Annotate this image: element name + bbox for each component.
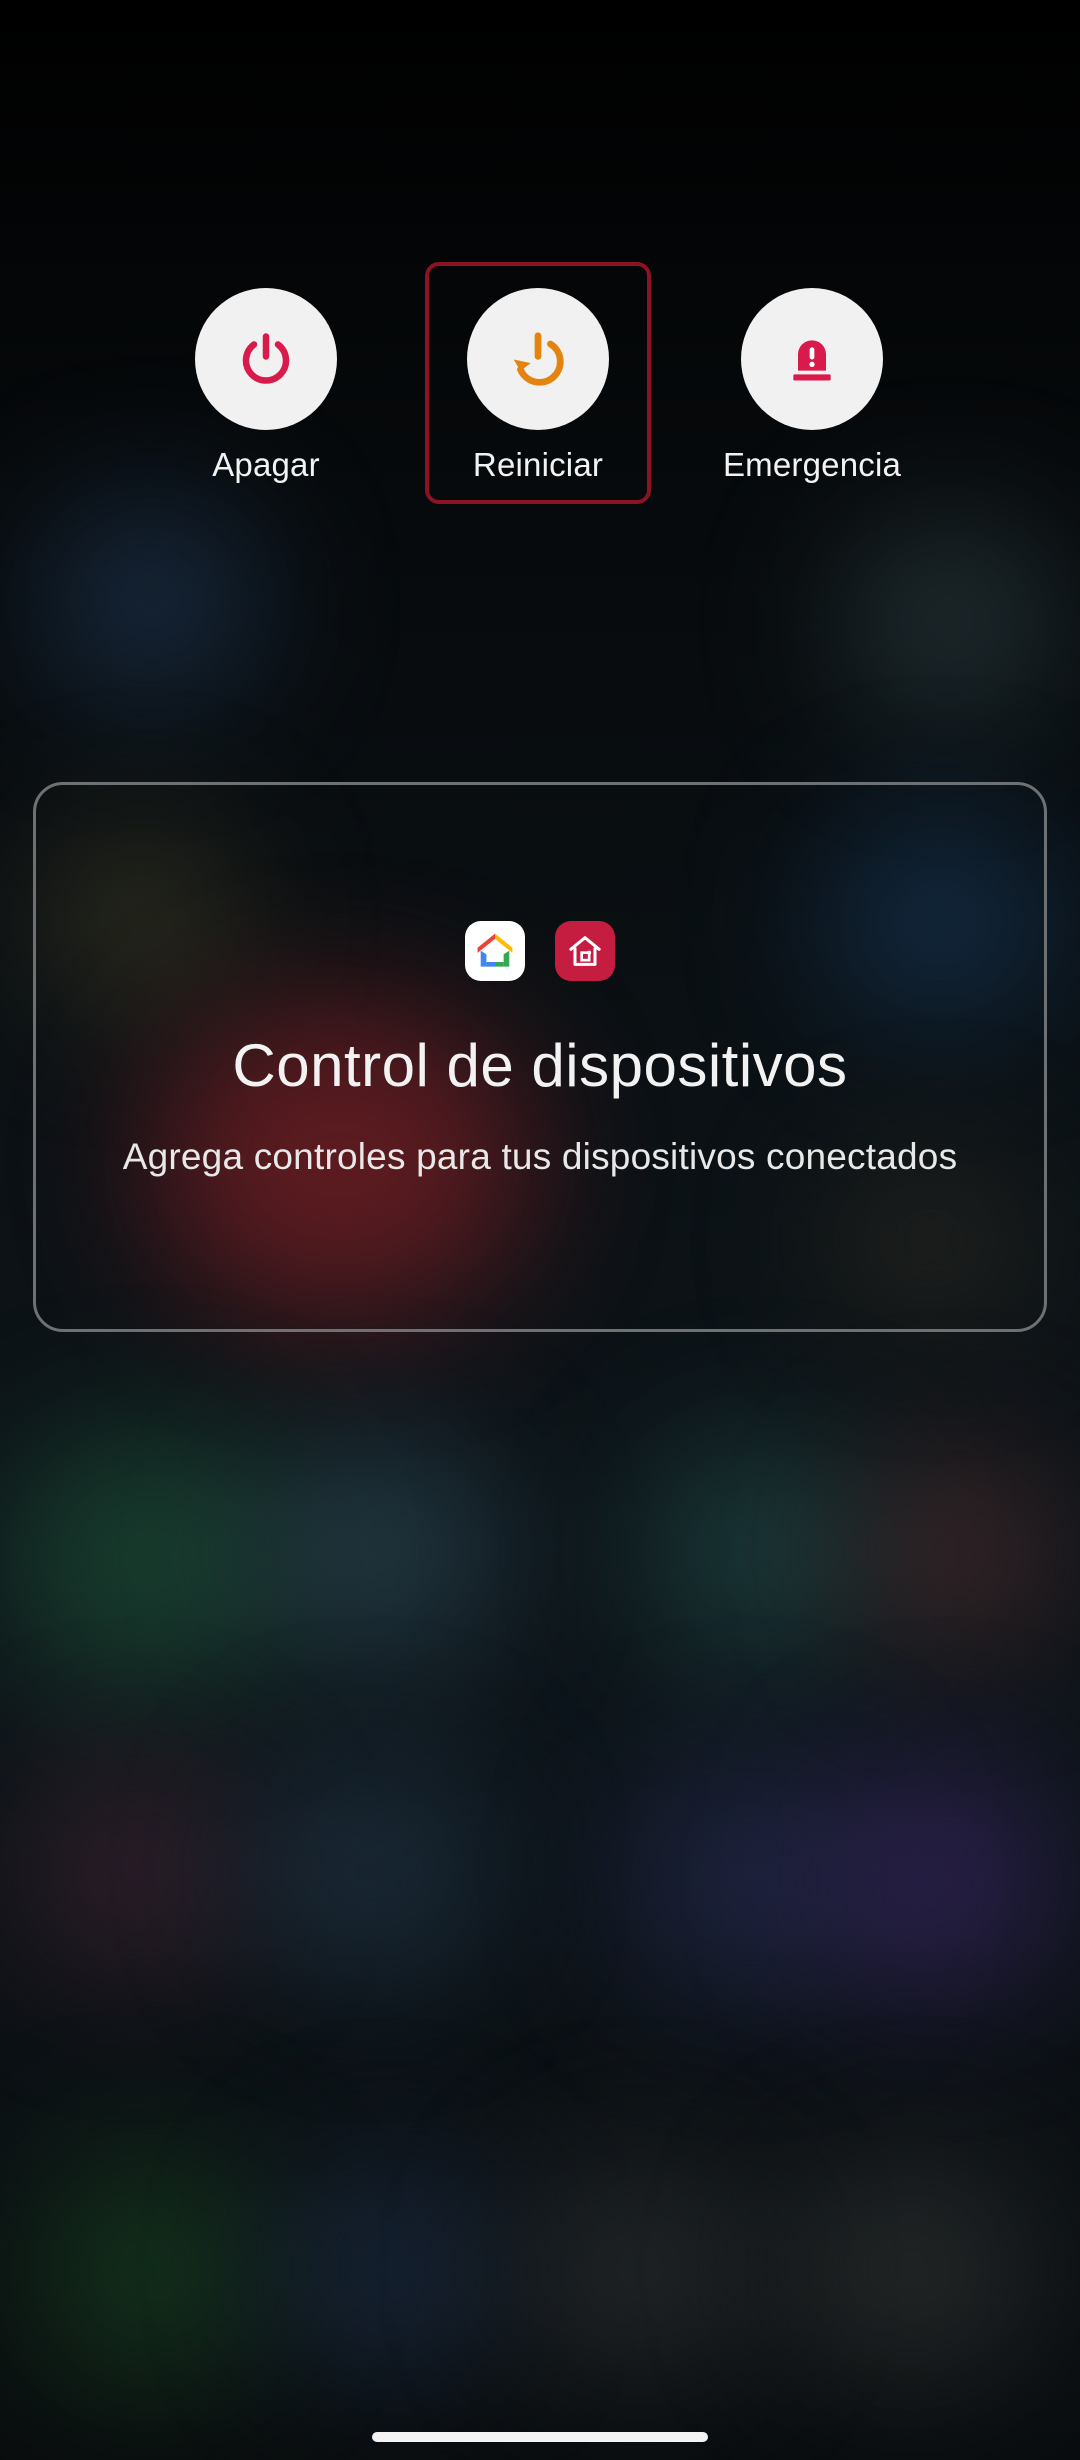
restart-icon <box>513 332 564 386</box>
power-off-circle[interactable] <box>195 288 337 430</box>
wallpaper-blur <box>260 1440 500 1660</box>
navigation-gesture-handle[interactable] <box>372 2432 708 2442</box>
wallpaper-blur <box>0 1430 300 1690</box>
restart-label: Reiniciar <box>472 446 604 483</box>
wallpaper-blur <box>280 2160 500 2380</box>
wallpaper-blur <box>250 1760 490 1980</box>
power-off-button[interactable]: Apagar <box>153 262 379 504</box>
wallpaper-blur <box>820 1760 1060 2000</box>
wallpaper-blur <box>20 1760 250 1980</box>
emergency-siren-icon <box>793 340 831 381</box>
smart-home-house-icon <box>569 936 601 966</box>
wallpaper-blur <box>520 2160 760 2380</box>
wallpaper-blur <box>840 520 1060 720</box>
google-home-icon[interactable] <box>465 921 525 981</box>
emergency-button[interactable]: Emergencia <box>699 262 925 504</box>
wallpaper-blur <box>640 1440 880 1660</box>
smartthings-icon[interactable] <box>555 921 615 981</box>
device-controls-title: Control de dispositivos <box>232 1032 848 1099</box>
emergency-circle[interactable] <box>741 288 883 430</box>
restart-button[interactable]: Reiniciar <box>425 262 651 504</box>
power-off-label: Apagar <box>212 446 320 483</box>
device-controls-card[interactable]: Control de dispositivos Agrega controles… <box>33 782 1047 1332</box>
wallpaper-blur <box>780 2160 1040 2380</box>
wallpaper-blur <box>30 2150 270 2390</box>
restart-circle[interactable] <box>467 288 609 430</box>
device-controls-subtitle: Agrega controles para tus dispositivos c… <box>122 1136 958 1177</box>
wallpaper-blur <box>860 1450 1060 1650</box>
device-app-icons <box>465 921 615 981</box>
emergency-label: Emergencia <box>722 446 902 483</box>
google-home-logo-icon <box>477 933 513 967</box>
power-menu-screen: Apagar Reiniciar Emergencia Control de d… <box>0 0 1080 2460</box>
power-icon <box>242 333 290 384</box>
wallpaper-blur <box>40 500 260 700</box>
